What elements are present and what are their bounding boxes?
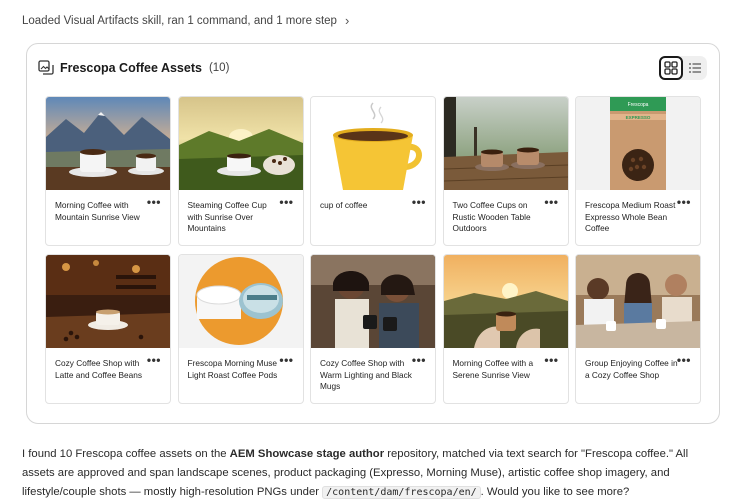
grid-view-button[interactable] [659,56,683,80]
more-options-icon[interactable]: ••• [279,353,293,367]
asset-card[interactable]: Morning Coffee with Mountain Sunrise Vie… [45,96,171,246]
response-text: I found 10 Frescopa coffee assets on the [22,448,230,460]
asset-card[interactable]: cup of coffee ••• [310,96,436,246]
asset-count: (10) [208,62,230,74]
more-options-icon[interactable]: ••• [279,195,293,209]
asset-card[interactable]: Morning Coffee with a Serene Sunrise Vie… [442,254,569,404]
asset-thumbnail [311,97,435,190]
asset-title: Group Enjoying Coffee in a Cozy Coffee S… [585,358,678,380]
more-options-icon[interactable]: ••• [147,195,161,209]
asset-title: cup of coffee [320,200,368,210]
tool-steps-summary[interactable]: Loaded Visual Artifacts skill, ran 1 com… [22,13,349,28]
asset-grid: Morning Coffee with Mountain Sunrise Vie… [45,96,701,404]
asset-title: Cozy Coffee Shop with Warm Lighting and … [320,358,412,391]
asset-card[interactable]: Two Coffee Cups on Rustic Wooden Table O… [442,96,569,246]
asset-title: Morning Coffee with Mountain Sunrise Vie… [55,200,140,222]
repository-name: AEM Showcase stage author [229,448,385,460]
asset-card[interactable]: Steaming Coffee Cup with Sunrise Over Mo… [177,96,304,246]
tool-steps-text: Loaded Visual Artifacts skill, ran 1 com… [22,14,337,27]
asset-title: Cozy Coffee Shop with Latte and Coffee B… [55,358,143,380]
asset-thumbnail [443,97,568,190]
panel-title: Frescopa Coffee Assets [60,61,202,75]
assets-panel: Frescopa Coffee Assets (10) Morning Coff… [26,43,720,424]
more-options-icon[interactable]: ••• [677,353,691,367]
asset-title: Morning Coffee with a Serene Sunrise Vie… [452,358,534,380]
dam-path: /content/dam/frescopa/en/ [322,486,481,499]
asset-thumbnail [443,255,568,348]
more-options-icon[interactable]: ••• [412,195,426,209]
asset-thumbnail [311,255,435,348]
asset-title: Two Coffee Cups on Rustic Wooden Table O… [452,200,531,233]
asset-card[interactable]: Cozy Coffee Shop with Latte and Coffee B… [45,254,171,404]
asset-thumbnail [178,97,303,190]
asset-card[interactable]: Frescopa EXPRESSO Frescopa Medium Roast … [575,96,701,246]
more-options-icon[interactable]: ••• [147,353,161,367]
asset-title: Frescopa Morning Muse Light Roast Coffee… [187,358,278,380]
list-view-icon [689,63,701,73]
more-options-icon[interactable]: ••• [412,353,426,367]
asset-card[interactable]: Group Enjoying Coffee in a Cozy Coffee S… [575,254,701,404]
panel-header: Frescopa Coffee Assets (10) [38,60,229,76]
package-brand-text: Frescopa [628,102,649,108]
grid-view-icon [664,61,678,75]
asset-title: Frescopa Medium Roast Expresso Whole Bea… [585,200,676,233]
view-toggle [659,56,707,80]
list-view-button[interactable] [683,56,707,80]
asset-thumbnail: Frescopa EXPRESSO [576,97,700,190]
asset-card[interactable]: Frescopa Morning Muse Light Roast Coffee… [177,254,304,404]
asset-card[interactable]: Cozy Coffee Shop with Warm Lighting and … [310,254,436,404]
asset-thumbnail [46,255,170,348]
asset-thumbnail [178,255,303,348]
assets-icon [38,60,54,75]
more-options-icon[interactable]: ••• [544,353,558,367]
response-text: . Would you like to see more? [480,486,630,498]
chevron-right-icon: › [344,13,350,28]
asset-title: Steaming Coffee Cup with Sunrise Over Mo… [187,200,267,233]
asset-thumbnail [576,255,700,348]
assistant-response: I found 10 Frescopa coffee assets on the… [22,445,722,502]
more-options-icon[interactable]: ••• [544,195,558,209]
package-product-text: EXPRESSO [626,115,651,120]
asset-thumbnail [46,97,170,190]
more-options-icon[interactable]: ••• [677,195,691,209]
